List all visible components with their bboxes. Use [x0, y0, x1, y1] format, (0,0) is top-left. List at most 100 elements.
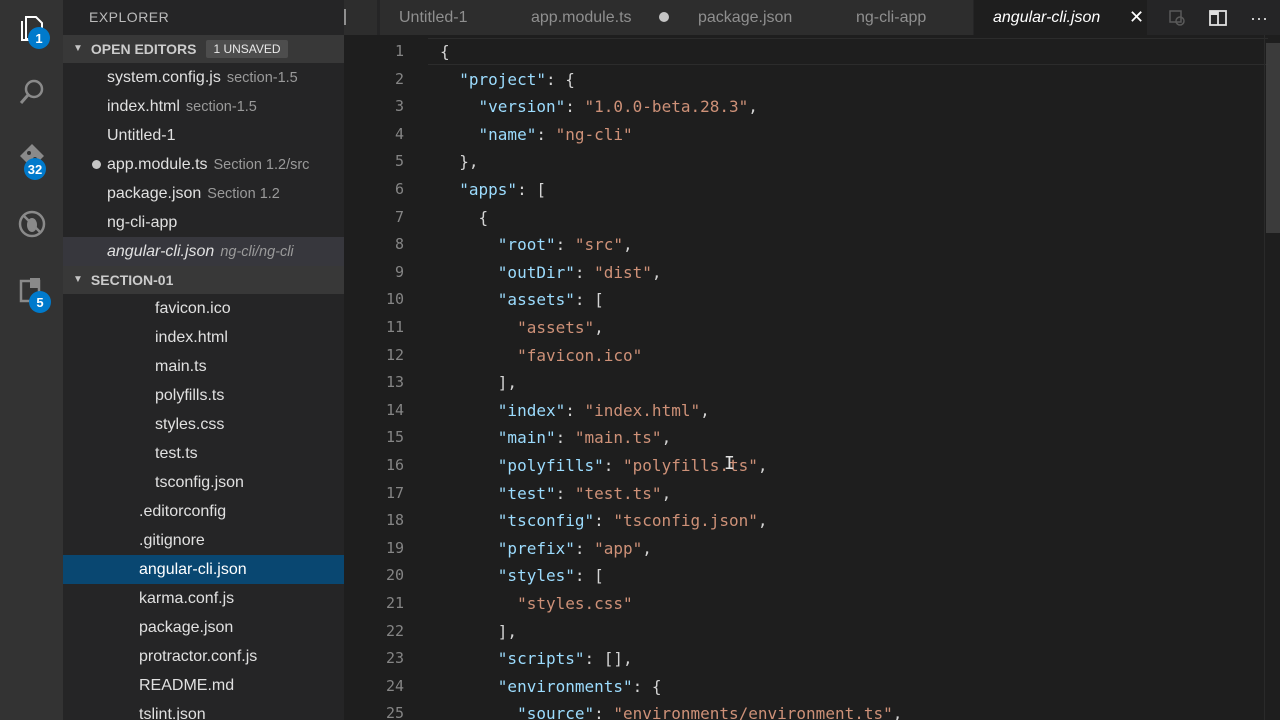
files-icon[interactable]: 1: [0, 0, 63, 56]
punctuation-token: :: [565, 97, 585, 117]
punctuation-token: :: [555, 428, 575, 448]
code-line[interactable]: "main": "main.ts",: [440, 424, 671, 452]
json-key-token: "styles": [497, 566, 575, 586]
tree-item[interactable]: .gitignore: [63, 526, 344, 555]
open-editors-label: OPEN EDITORS: [90, 41, 197, 57]
tree-item[interactable]: package.json: [63, 613, 344, 642]
code-line[interactable]: "styles": [: [440, 562, 604, 590]
tree-item[interactable]: styles.css: [63, 410, 344, 439]
more-actions-icon[interactable]: ···: [1247, 6, 1271, 30]
code-line[interactable]: "name": "ng-cli": [440, 121, 633, 149]
tree-item[interactable]: .editorconfig: [63, 497, 344, 526]
code-line[interactable]: "favicon.ico": [440, 342, 642, 370]
json-key-token: "version": [478, 97, 566, 117]
code-line[interactable]: "tsconfig": "tsconfig.json",: [440, 507, 768, 535]
json-key-token: "tsconfig": [497, 511, 595, 531]
scrollbar-thumb[interactable]: [1266, 43, 1280, 233]
split-editor-icon[interactable]: [1206, 6, 1230, 30]
json-string-token: "ng-cli": [555, 124, 633, 144]
tree-item-selected[interactable]: angular-cli.json: [63, 555, 344, 584]
search-icon[interactable]: [0, 64, 63, 120]
code-line[interactable]: {: [440, 38, 450, 66]
punctuation-token: [440, 539, 498, 558]
open-editor-name: package.json: [107, 185, 202, 202]
open-editors-header[interactable]: ▼ OPEN EDITORS 1 UNSAVED: [63, 35, 344, 63]
tree-item[interactable]: protractor.conf.js: [63, 642, 344, 671]
punctuation-token: ,: [594, 318, 604, 337]
open-editor-item[interactable]: app.module.ts Section 1.2/src: [63, 150, 344, 179]
code-line[interactable]: "prefix": "app",: [440, 535, 652, 563]
punctuation-token: [440, 456, 498, 475]
open-editor-item-active[interactable]: angular-cli.json ng-cli/ng-cli: [63, 237, 344, 266]
code-line[interactable]: "polyfills": "polyfills.ts",: [440, 452, 768, 480]
code-line[interactable]: "apps": [: [440, 176, 546, 204]
tree-item[interactable]: karma.conf.js: [63, 584, 344, 613]
tree-item[interactable]: tslint.json: [63, 700, 344, 720]
tree-item[interactable]: main.ts: [63, 352, 344, 381]
line-number: 6: [394, 180, 404, 198]
json-string-token: "src": [574, 235, 624, 255]
source-control-badge: 32: [24, 158, 46, 180]
section-01-header[interactable]: ▼ SECTION-01: [63, 266, 344, 294]
code-line[interactable]: ],: [440, 369, 517, 397]
punctuation-token: :: [574, 262, 595, 282]
punctuation-token: {: [440, 42, 450, 61]
code-line[interactable]: "assets",: [440, 314, 604, 342]
code-line[interactable]: "test": "test.ts",: [440, 480, 671, 508]
extensions-icon[interactable]: 5: [0, 262, 63, 318]
code-line[interactable]: "styles.css": [440, 590, 633, 618]
tree-item[interactable]: tsconfig.json: [63, 468, 344, 497]
tree-item[interactable]: README.md: [63, 671, 344, 700]
tree-item[interactable]: favicon.ico: [63, 294, 344, 323]
line-number: 7: [394, 207, 404, 226]
tree-item[interactable]: test.ts: [63, 439, 344, 468]
extensions-badge: 5: [29, 291, 51, 313]
tab-untitled-1[interactable]: Untitled-1: [380, 0, 514, 35]
code-line[interactable]: },: [440, 148, 478, 176]
tab-overflow[interactable]: [344, 0, 378, 35]
code-line[interactable]: "environments": {: [440, 673, 662, 701]
tab-package-json[interactable]: package.json: [679, 0, 839, 35]
tree-item[interactable]: polyfills.ts: [63, 381, 344, 410]
code-line[interactable]: "version": "1.0.0-beta.28.3",: [440, 93, 758, 121]
punctuation-token: [440, 401, 498, 420]
open-editor-name: app.module.ts: [107, 156, 208, 173]
code-editor[interactable]: 1 2 3 4 5 6 7 8 9 10 11 12 13 14 15 16 17 18 19 20 21 22 23 24 2…: [344, 35, 1280, 720]
tree-item[interactable]: index.html: [63, 323, 344, 352]
json-key-token: "assets": [497, 290, 575, 310]
punctuation-token: : {: [632, 676, 662, 696]
tab-label: Untitled-1: [399, 9, 468, 26]
code-line[interactable]: ],: [440, 618, 517, 646]
code-line[interactable]: "root": "src",: [440, 231, 633, 259]
json-string-token: "main.ts": [574, 428, 662, 448]
files-badge: 1: [28, 27, 50, 49]
tab-angular-cli-json[interactable]: angular-cli.json ✕: [974, 0, 1148, 35]
code-line[interactable]: "project": {: [440, 66, 575, 94]
json-key-token: "project": [459, 69, 546, 89]
open-changes-icon[interactable]: [1165, 6, 1189, 30]
punctuation-token: : [: [517, 180, 546, 199]
open-editor-item[interactable]: ng-cli-app: [63, 208, 344, 237]
open-editor-item[interactable]: index.html section-1.5: [63, 92, 344, 121]
tab-app-module[interactable]: app.module.ts: [512, 0, 684, 35]
open-editor-item[interactable]: package.json Section 1.2: [63, 179, 344, 208]
open-editor-item[interactable]: Untitled-1: [63, 121, 344, 150]
unsaved-badge: 1 UNSAVED: [206, 40, 288, 58]
open-editor-item[interactable]: system.config.js section-1.5: [63, 63, 344, 92]
code-line[interactable]: "outDir": "dist",: [440, 259, 662, 287]
line-number: 10: [385, 290, 404, 309]
punctuation-token: [440, 566, 498, 585]
debug-icon[interactable]: [0, 196, 63, 252]
code-line[interactable]: "scripts": [],: [440, 645, 633, 673]
code-line[interactable]: "source": "environments/environment.ts",: [440, 700, 902, 720]
tab-ng-cli-app[interactable]: ng-cli-app: [837, 0, 974, 35]
line-number: 15: [385, 428, 404, 447]
code-line[interactable]: "assets": [: [440, 286, 604, 314]
open-editor-name: angular-cli.json: [107, 243, 215, 260]
source-control-icon[interactable]: 32: [0, 128, 63, 184]
punctuation-token: : [: [574, 290, 604, 310]
punctuation-token: :: [536, 124, 556, 144]
code-line[interactable]: "index": "index.html",: [440, 397, 710, 425]
close-icon[interactable]: ✕: [1129, 0, 1144, 35]
code-line[interactable]: {: [440, 204, 489, 232]
